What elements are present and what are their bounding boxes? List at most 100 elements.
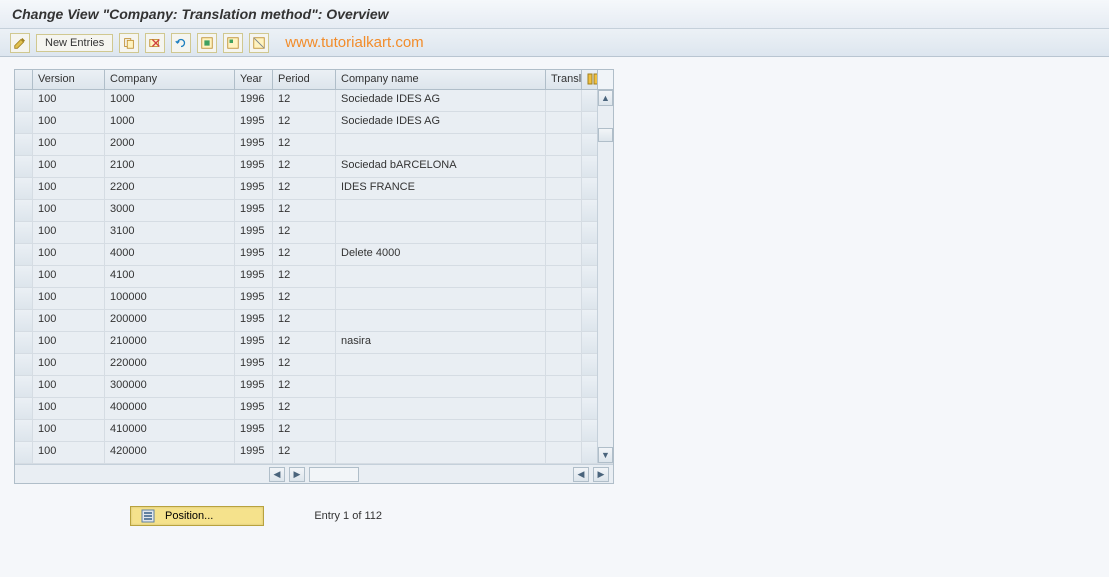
cell-company[interactable]: 200000 (105, 310, 235, 331)
cell-company[interactable]: 3000 (105, 200, 235, 221)
deselect-all-icon[interactable] (249, 33, 269, 53)
cell-year[interactable]: 1995 (235, 310, 273, 331)
cell-period[interactable]: 12 (273, 200, 336, 221)
toggle-display-change-icon[interactable] (10, 33, 30, 53)
cell-transla[interactable] (546, 244, 582, 265)
table-config-icon[interactable] (582, 70, 598, 89)
table-row[interactable]: 100210000199512nasira (15, 332, 613, 354)
cell-company[interactable]: 100000 (105, 288, 235, 309)
row-selector[interactable] (15, 420, 33, 441)
row-selector[interactable] (15, 222, 33, 243)
cell-company-name[interactable] (336, 310, 546, 331)
row-selector[interactable] (15, 156, 33, 177)
cell-year[interactable]: 1995 (235, 134, 273, 155)
cell-year[interactable]: 1995 (235, 420, 273, 441)
cell-company[interactable]: 4000 (105, 244, 235, 265)
cell-company-name[interactable] (336, 354, 546, 375)
cell-company-name[interactable] (336, 222, 546, 243)
scroll-thumb[interactable] (598, 128, 613, 142)
table-row[interactable]: 1003100199512 (15, 222, 613, 244)
table-row[interactable]: 1002100199512Sociedad bARCELONA (15, 156, 613, 178)
cell-company-name[interactable]: nasira (336, 332, 546, 353)
cell-transla[interactable] (546, 398, 582, 419)
table-row[interactable]: 1003000199512 (15, 200, 613, 222)
row-selector[interactable] (15, 288, 33, 309)
scroll-up-icon[interactable]: ▲ (598, 90, 613, 106)
row-selector[interactable] (15, 200, 33, 221)
cell-company-name[interactable] (336, 266, 546, 287)
horizontal-scrollbar[interactable]: ◀ ▶ ◀ ▶ (15, 464, 613, 483)
scroll-down-icon[interactable]: ▼ (598, 447, 613, 463)
cell-company-name[interactable]: IDES FRANCE (336, 178, 546, 199)
cell-version[interactable]: 100 (33, 442, 105, 463)
cell-company[interactable]: 2100 (105, 156, 235, 177)
cell-company[interactable]: 1000 (105, 90, 235, 111)
header-transla[interactable]: Transla (546, 70, 582, 89)
cell-year[interactable]: 1995 (235, 200, 273, 221)
hscroll-left2-icon[interactable]: ◀ (573, 467, 589, 482)
row-selector[interactable] (15, 266, 33, 287)
row-selector[interactable] (15, 178, 33, 199)
hscroll-left-icon[interactable]: ◀ (269, 467, 285, 482)
cell-transla[interactable] (546, 288, 582, 309)
cell-company[interactable]: 3100 (105, 222, 235, 243)
table-row[interactable]: 1004000199512Delete 4000 (15, 244, 613, 266)
cell-transla[interactable] (546, 222, 582, 243)
cell-period[interactable]: 12 (273, 442, 336, 463)
header-version[interactable]: Version (33, 70, 105, 89)
cell-transla[interactable] (546, 178, 582, 199)
cell-year[interactable]: 1995 (235, 156, 273, 177)
header-year[interactable]: Year (235, 70, 273, 89)
cell-period[interactable]: 12 (273, 178, 336, 199)
cell-period[interactable]: 12 (273, 156, 336, 177)
cell-company[interactable]: 420000 (105, 442, 235, 463)
cell-company-name[interactable] (336, 398, 546, 419)
hscroll-right-icon[interactable]: ▶ (289, 467, 305, 482)
table-row[interactable]: 1002000199512 (15, 134, 613, 156)
table-row[interactable]: 1001000199612Sociedade IDES AG (15, 90, 613, 112)
cell-year[interactable]: 1996 (235, 90, 273, 111)
row-selector[interactable] (15, 112, 33, 133)
table-row[interactable]: 100400000199512 (15, 398, 613, 420)
cell-year[interactable]: 1995 (235, 354, 273, 375)
cell-version[interactable]: 100 (33, 332, 105, 353)
cell-transla[interactable] (546, 354, 582, 375)
cell-transla[interactable] (546, 310, 582, 331)
cell-period[interactable]: 12 (273, 398, 336, 419)
cell-transla[interactable] (546, 266, 582, 287)
position-button[interactable]: Position... (130, 506, 264, 526)
cell-company-name[interactable] (336, 200, 546, 221)
cell-period[interactable]: 12 (273, 420, 336, 441)
cell-period[interactable]: 12 (273, 332, 336, 353)
cell-version[interactable]: 100 (33, 244, 105, 265)
cell-year[interactable]: 1995 (235, 376, 273, 397)
cell-version[interactable]: 100 (33, 376, 105, 397)
cell-company-name[interactable]: Sociedade IDES AG (336, 90, 546, 111)
cell-period[interactable]: 12 (273, 134, 336, 155)
table-row[interactable]: 100220000199512 (15, 354, 613, 376)
table-row[interactable]: 100200000199512 (15, 310, 613, 332)
cell-company[interactable]: 220000 (105, 354, 235, 375)
cell-version[interactable]: 100 (33, 398, 105, 419)
vertical-scrollbar[interactable]: ▲ ▼ (597, 90, 613, 463)
row-selector[interactable] (15, 376, 33, 397)
header-company-name[interactable]: Company name (336, 70, 546, 89)
cell-version[interactable]: 100 (33, 222, 105, 243)
cell-period[interactable]: 12 (273, 310, 336, 331)
cell-company[interactable]: 300000 (105, 376, 235, 397)
copy-icon[interactable] (119, 33, 139, 53)
header-selector[interactable] (15, 70, 33, 89)
cell-period[interactable]: 12 (273, 288, 336, 309)
cell-company-name[interactable] (336, 376, 546, 397)
hscroll-right2-icon[interactable]: ▶ (593, 467, 609, 482)
select-block-icon[interactable] (223, 33, 243, 53)
undo-icon[interactable] (171, 33, 191, 53)
cell-company[interactable]: 2000 (105, 134, 235, 155)
cell-version[interactable]: 100 (33, 310, 105, 331)
cell-company-name[interactable] (336, 134, 546, 155)
cell-transla[interactable] (546, 134, 582, 155)
cell-version[interactable]: 100 (33, 200, 105, 221)
cell-year[interactable]: 1995 (235, 244, 273, 265)
cell-version[interactable]: 100 (33, 134, 105, 155)
row-selector[interactable] (15, 134, 33, 155)
